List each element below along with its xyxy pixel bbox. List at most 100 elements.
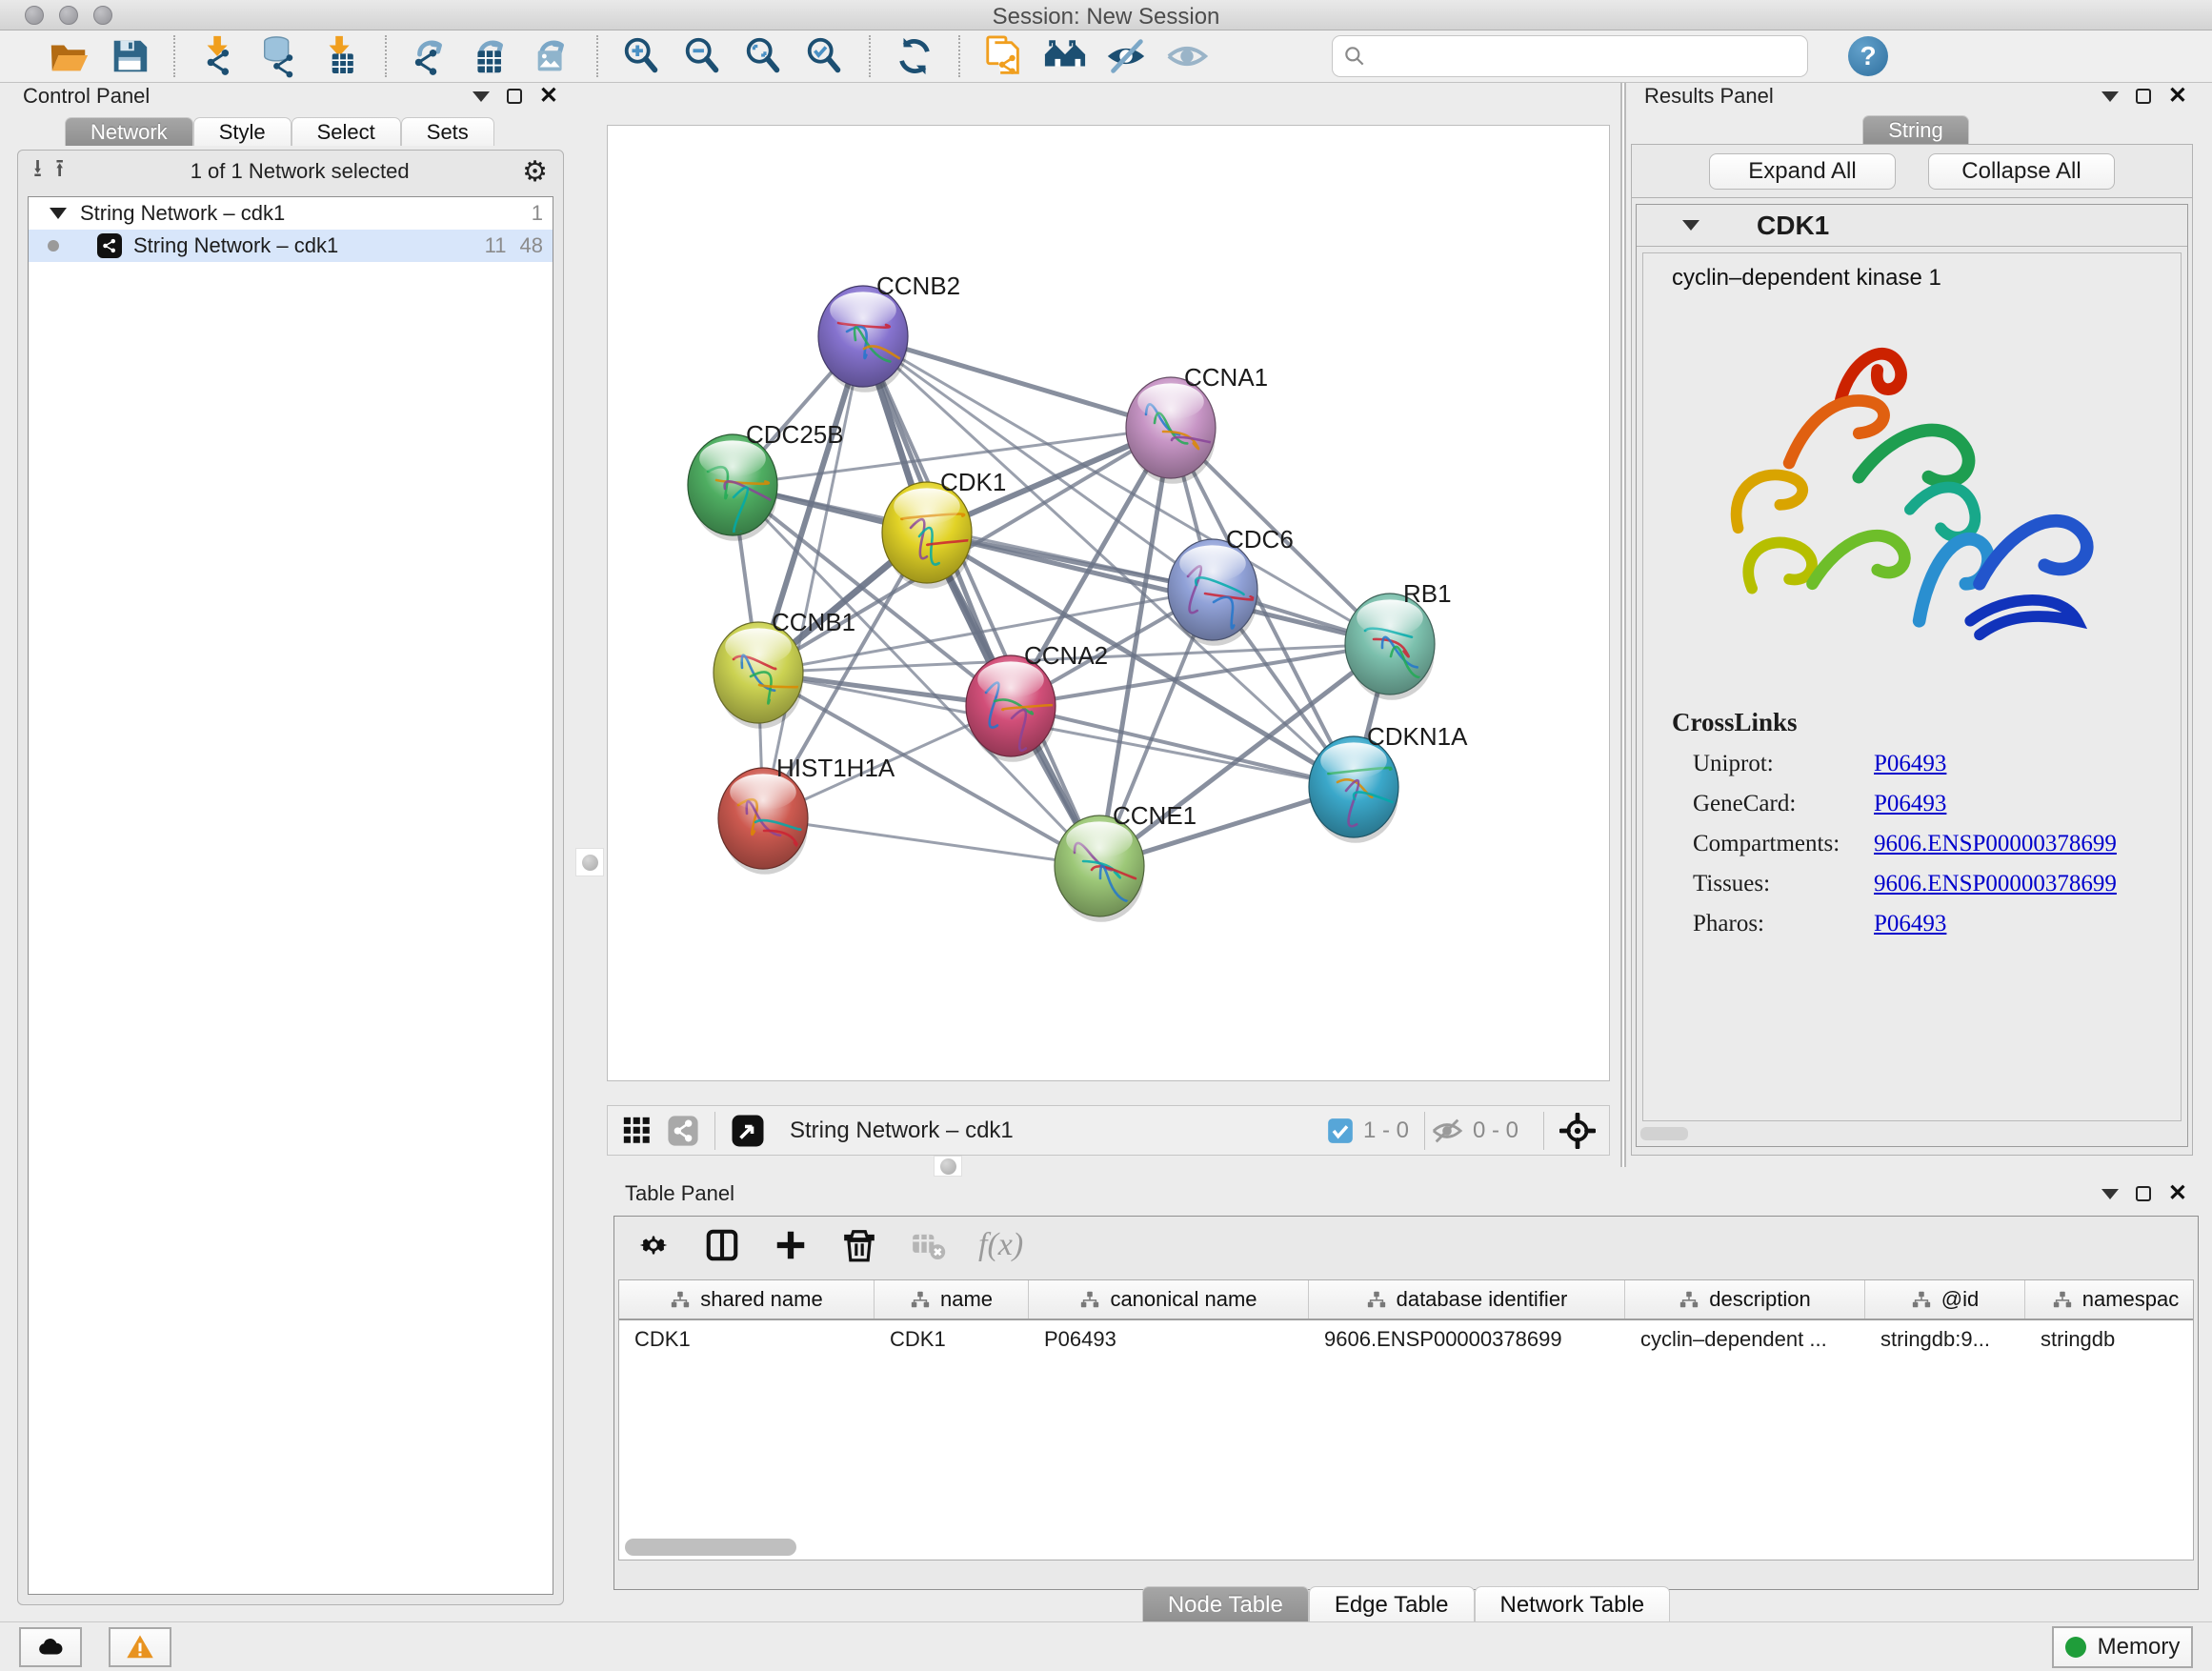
results-menu-icon[interactable] bbox=[2101, 91, 2119, 102]
node-table: shared namenamecanonical namedatabase id… bbox=[618, 1279, 2194, 1560]
column-header-name[interactable]: name bbox=[875, 1280, 1029, 1319]
table-options-gear-icon[interactable] bbox=[635, 1227, 672, 1263]
network-collection-row[interactable]: String Network – cdk1 1 bbox=[29, 197, 553, 230]
expand-all-button[interactable]: Expand All bbox=[1709, 153, 1896, 190]
crosslink-link[interactable]: 9606.ENSP00000378699 bbox=[1874, 871, 2117, 897]
results-panel: Results Panel ✕ String Expand All Collap… bbox=[1629, 83, 2202, 1169]
table-menu-icon[interactable] bbox=[2101, 1189, 2119, 1199]
expand-all-networks-icon[interactable]: ⭱ bbox=[55, 151, 64, 192]
open-session-button[interactable] bbox=[38, 32, 99, 80]
zoom-out-button[interactable] bbox=[673, 32, 734, 80]
crosslink-link[interactable]: P06493 bbox=[1874, 791, 1946, 817]
delete-column-icon[interactable] bbox=[841, 1227, 877, 1263]
tab-select[interactable]: Select bbox=[292, 117, 401, 146]
table-panel-title: Table Panel bbox=[625, 1181, 734, 1206]
collapse-all-networks-icon[interactable]: ⭳ bbox=[33, 151, 42, 192]
results-float-icon[interactable] bbox=[2136, 89, 2151, 104]
node-CDKN1A[interactable] bbox=[1309, 736, 1403, 843]
network-options-gear-icon[interactable]: ⚙ bbox=[522, 155, 548, 189]
crosslink-link[interactable]: P06493 bbox=[1874, 751, 1946, 777]
detach-view-icon[interactable] bbox=[731, 1114, 765, 1148]
table-close-icon[interactable]: ✕ bbox=[2168, 1186, 2187, 1201]
export-network-button[interactable] bbox=[400, 32, 461, 80]
column-header--id[interactable]: @id bbox=[1865, 1280, 2025, 1319]
birds-eye-view-icon[interactable] bbox=[621, 1115, 654, 1147]
collapse-all-button[interactable]: Collapse All bbox=[1928, 153, 2115, 190]
memory-button[interactable]: Memory bbox=[2052, 1626, 2193, 1668]
tab-node-table[interactable]: Node Table bbox=[1142, 1586, 1309, 1622]
first-neighbors-button[interactable] bbox=[1035, 32, 1096, 80]
node-HIST1H1A[interactable] bbox=[718, 768, 808, 875]
cloud-button[interactable] bbox=[19, 1627, 82, 1667]
cloud-icon bbox=[36, 1633, 65, 1661]
fit-content-crosshair-icon[interactable] bbox=[1559, 1113, 1596, 1149]
crosslink-link[interactable]: P06493 bbox=[1874, 911, 1946, 937]
left-splitter-handle[interactable] bbox=[575, 848, 604, 876]
node-CCNA2[interactable] bbox=[966, 655, 1064, 762]
import-network-button[interactable] bbox=[189, 32, 250, 80]
node-label-CDC25B: CDC25B bbox=[746, 420, 844, 449]
help-button[interactable]: ? bbox=[1848, 36, 1888, 76]
panel-menu-icon[interactable] bbox=[473, 91, 490, 102]
network-view-toolbar: String Network – cdk1 1 - 0 0 - 0 bbox=[607, 1105, 1610, 1156]
tab-edge-table[interactable]: Edge Table bbox=[1309, 1586, 1475, 1622]
control-panel: Control Panel ✕ NetworkStyleSelectSets ⭳… bbox=[10, 83, 572, 1605]
node-CCNE1[interactable] bbox=[1055, 815, 1144, 922]
column-header-description[interactable]: description bbox=[1625, 1280, 1865, 1319]
results-close-icon[interactable]: ✕ bbox=[2168, 89, 2187, 104]
selected-node-edge-counts: 1 - 0 bbox=[1363, 1117, 1409, 1144]
node-CDC25B[interactable] bbox=[688, 434, 777, 541]
network-status-dot bbox=[48, 240, 59, 252]
results-hscrollbar[interactable] bbox=[1640, 1127, 1688, 1140]
hidden-eye-icon bbox=[1431, 1115, 1463, 1147]
column-header-database-identifier[interactable]: database identifier bbox=[1309, 1280, 1625, 1319]
tab-network-table[interactable]: Network Table bbox=[1475, 1586, 1671, 1622]
close-panel-icon[interactable]: ✕ bbox=[539, 89, 558, 104]
node-RB1[interactable] bbox=[1345, 594, 1435, 700]
network-row[interactable]: String Network – cdk1 11 48 bbox=[29, 230, 553, 262]
tab-sets[interactable]: Sets bbox=[401, 117, 494, 146]
hide-selected-button[interactable] bbox=[1096, 32, 1156, 80]
selected-checkbox-icon[interactable] bbox=[1327, 1117, 1354, 1144]
table-row[interactable]: CDK1CDK1P064939606.ENSP00000378699cyclin… bbox=[619, 1320, 2193, 1359]
import-network-database-button[interactable] bbox=[250, 32, 311, 80]
table-hscrollbar[interactable] bbox=[625, 1539, 796, 1556]
import-table-button[interactable] bbox=[311, 32, 372, 80]
gene-collapse-icon[interactable] bbox=[1682, 220, 1699, 231]
node-CDK1[interactable] bbox=[882, 482, 991, 589]
table-float-icon[interactable] bbox=[2136, 1186, 2151, 1201]
search-input[interactable] bbox=[1375, 43, 1798, 70]
zoom-in-button[interactable] bbox=[612, 32, 673, 80]
delete-table-icon bbox=[910, 1227, 946, 1263]
crosslink-link[interactable]: 9606.ENSP00000378699 bbox=[1874, 831, 2117, 857]
show-all-button[interactable] bbox=[1156, 32, 1217, 80]
float-panel-icon[interactable] bbox=[507, 89, 522, 104]
results-panel-title: Results Panel bbox=[1644, 84, 1774, 109]
crosslinks-section: CrossLinks Uniprot:P06493GeneCard:P06493… bbox=[1672, 708, 2181, 937]
node-CCNA1[interactable] bbox=[1126, 377, 1220, 484]
export-image-button[interactable] bbox=[522, 32, 583, 80]
duplicate-network-button[interactable] bbox=[974, 32, 1035, 80]
right-splitter[interactable] bbox=[1620, 83, 1626, 1167]
column-header-canonical-name[interactable]: canonical name bbox=[1029, 1280, 1309, 1319]
zoom-fit-button[interactable] bbox=[734, 32, 794, 80]
export-table-button[interactable] bbox=[461, 32, 522, 80]
show-columns-icon[interactable] bbox=[704, 1227, 740, 1263]
apply-layout-button[interactable] bbox=[884, 32, 945, 80]
memory-status-dot bbox=[2065, 1637, 2086, 1658]
network-canvas[interactable]: CCNB2CCNA1CDC25BCDK1CDC6RB1CCNB1CCNA2CDK… bbox=[607, 125, 1610, 1081]
save-session-button[interactable] bbox=[99, 32, 160, 80]
collection-expand-icon[interactable] bbox=[50, 208, 67, 219]
bottom-splitter-handle[interactable] bbox=[934, 1156, 962, 1177]
network-view-title: String Network – cdk1 bbox=[790, 1117, 1327, 1144]
tab-string[interactable]: String bbox=[1862, 115, 1968, 144]
column-header-shared-name[interactable]: shared name bbox=[619, 1280, 875, 1319]
node-CCNB2[interactable] bbox=[818, 286, 908, 393]
tab-network[interactable]: Network bbox=[65, 117, 193, 146]
column-header-namespac[interactable]: namespac bbox=[2025, 1280, 2194, 1319]
network-overview-icon[interactable] bbox=[667, 1115, 699, 1147]
zoom-selected-button[interactable] bbox=[794, 32, 855, 80]
warning-button[interactable] bbox=[109, 1627, 171, 1667]
tab-style[interactable]: Style bbox=[193, 117, 292, 146]
create-column-icon[interactable] bbox=[773, 1227, 809, 1263]
